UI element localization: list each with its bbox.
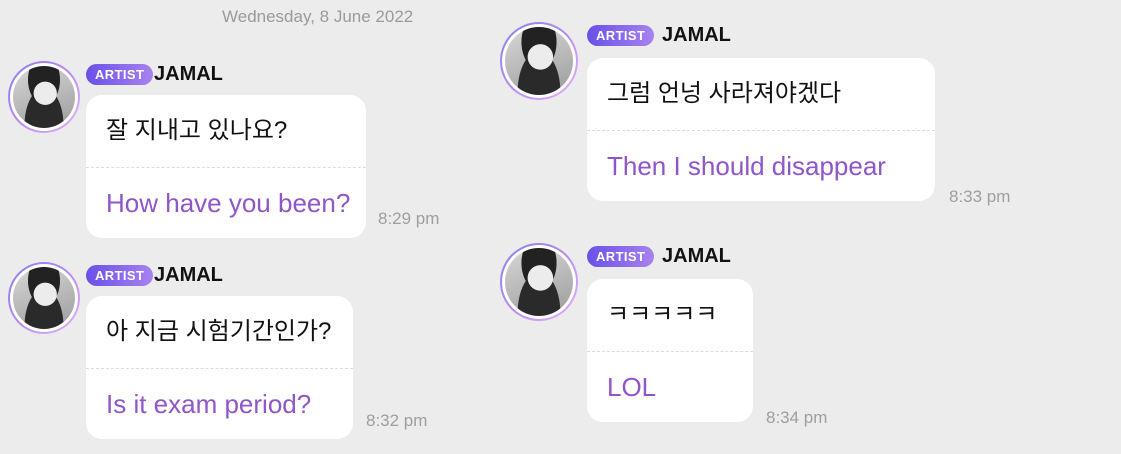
artist-avatar-icon <box>505 248 573 316</box>
translation-text: Then I should disappear <box>607 151 886 181</box>
message-text: ㅋㅋㅋㅋㅋ <box>607 301 718 328</box>
sender-name[interactable]: JAMAL <box>154 262 223 288</box>
message-text: 그럼 언넝 사라져야겠다 <box>607 80 842 107</box>
artist-avatar-icon <box>505 27 573 95</box>
artist-avatar-icon <box>13 267 75 329</box>
sender-name[interactable]: JAMAL <box>662 243 731 269</box>
translation-text: LOL <box>607 372 657 402</box>
translation-text: Is it exam period? <box>106 389 312 419</box>
chat-date-separator: Wednesday, 8 June 2022 <box>222 7 414 26</box>
message-timestamp: 8:32 pm <box>366 411 428 430</box>
artist-avatar-icon <box>13 66 75 128</box>
sender-name[interactable]: JAMAL <box>662 22 731 48</box>
message-text: 잘 지내고 있나요? <box>106 117 288 144</box>
message-bubble[interactable]: 잘 지내고 있나요? How have you been? <box>86 95 366 238</box>
artist-badge: ARTIST <box>86 265 154 286</box>
translation-text: How have you been? <box>106 188 351 218</box>
message-bubble[interactable]: ㅋㅋㅋㅋㅋ LOL <box>587 279 753 422</box>
message-bubble[interactable]: 그럼 언넝 사라져야겠다 Then I should disappear <box>587 58 935 201</box>
message-text: 아 지금 시험기간인가? <box>106 318 332 345</box>
artist-badge: ARTIST <box>587 25 655 46</box>
message-timestamp: 8:29 pm <box>378 209 440 228</box>
artist-badge: ARTIST <box>86 64 154 85</box>
message-timestamp: 8:34 pm <box>766 408 828 427</box>
avatar[interactable] <box>500 243 578 321</box>
avatar[interactable] <box>8 61 80 133</box>
message-bubble[interactable]: 아 지금 시험기간인가? Is it exam period? <box>86 296 353 439</box>
artist-badge: ARTIST <box>587 246 655 267</box>
avatar[interactable] <box>8 262 80 334</box>
message-timestamp: 8:33 pm <box>949 187 1011 206</box>
avatar[interactable] <box>500 22 578 100</box>
sender-name[interactable]: JAMAL <box>154 61 223 87</box>
